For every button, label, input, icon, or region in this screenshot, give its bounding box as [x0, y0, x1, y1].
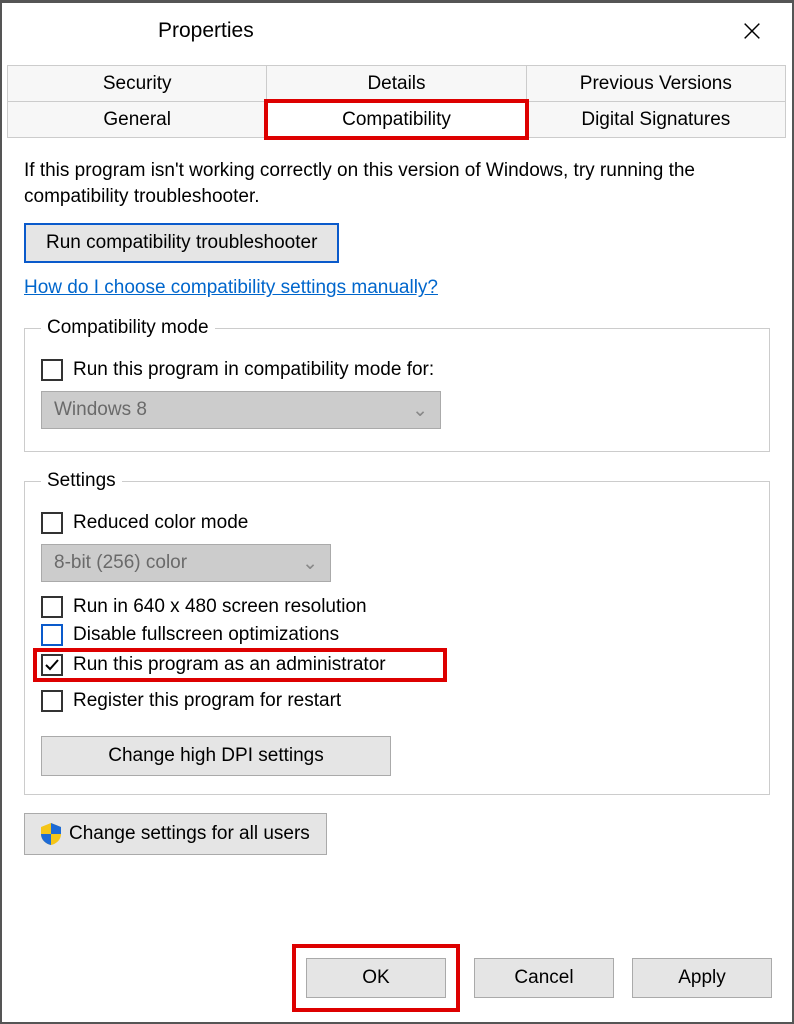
properties-dialog: Properties Security Details Previous Ver… — [0, 0, 794, 1024]
compat-mode-dropdown-value: Windows 8 — [54, 399, 147, 421]
help-link[interactable]: How do I choose compatibility settings m… — [24, 277, 438, 299]
register-restart-checkbox[interactable] — [41, 690, 63, 712]
tab-compatibility[interactable]: Compatibility — [266, 101, 526, 138]
change-dpi-button[interactable]: Change high DPI settings — [41, 736, 391, 776]
settings-legend: Settings — [41, 470, 122, 492]
reduced-color-checkbox[interactable] — [41, 512, 63, 534]
compatibility-mode-group: Compatibility mode Run this program in c… — [24, 317, 770, 452]
compat-mode-checkbox[interactable] — [41, 359, 63, 381]
compat-mode-label: Run this program in compatibility mode f… — [73, 359, 434, 381]
window-title: Properties — [18, 19, 728, 43]
tab-content: If this program isn't working correctly … — [2, 138, 792, 855]
run-640-checkbox[interactable] — [41, 596, 63, 618]
run-as-admin-checkbox[interactable] — [41, 654, 63, 676]
chevron-down-icon: ⌄ — [302, 552, 318, 575]
compatibility-mode-legend: Compatibility mode — [41, 317, 215, 339]
chevron-down-icon: ⌄ — [412, 399, 428, 422]
ok-button[interactable]: OK — [306, 958, 446, 998]
close-icon — [741, 20, 763, 42]
run-as-admin-label: Run this program as an administrator — [73, 654, 386, 676]
tab-details[interactable]: Details — [266, 65, 526, 102]
close-button[interactable] — [728, 7, 776, 55]
run-640-label: Run in 640 x 480 screen resolution — [73, 596, 367, 618]
ok-highlight: OK — [296, 948, 456, 1008]
settings-group: Settings Reduced color mode 8-bit (256) … — [24, 470, 770, 795]
disable-fullscreen-label: Disable fullscreen optimizations — [73, 624, 339, 646]
run-troubleshooter-button[interactable]: Run compatibility troubleshooter — [24, 223, 339, 263]
reduced-color-label: Reduced color mode — [73, 512, 248, 534]
intro-text: If this program isn't working correctly … — [24, 158, 770, 209]
color-dropdown-value: 8-bit (256) color — [54, 552, 187, 574]
apply-button[interactable]: Apply — [632, 958, 772, 998]
tab-general[interactable]: General — [7, 101, 267, 138]
change-all-users-button[interactable]: Change settings for all users — [24, 813, 327, 855]
tab-previous-versions[interactable]: Previous Versions — [526, 65, 786, 102]
shield-icon — [41, 823, 61, 845]
change-all-users-label: Change settings for all users — [69, 823, 310, 845]
tab-security[interactable]: Security — [7, 65, 267, 102]
tab-digital-signatures[interactable]: Digital Signatures — [526, 101, 786, 138]
tab-strip: Security Details Previous Versions Gener… — [8, 65, 786, 138]
register-restart-label: Register this program for restart — [73, 690, 341, 712]
dialog-buttons: OK Cancel Apply — [296, 948, 772, 1008]
titlebar: Properties — [2, 3, 792, 59]
disable-fullscreen-checkbox[interactable] — [41, 624, 63, 646]
cancel-button[interactable]: Cancel — [474, 958, 614, 998]
color-dropdown[interactable]: 8-bit (256) color ⌄ — [41, 544, 331, 582]
compat-mode-dropdown[interactable]: Windows 8 ⌄ — [41, 391, 441, 429]
